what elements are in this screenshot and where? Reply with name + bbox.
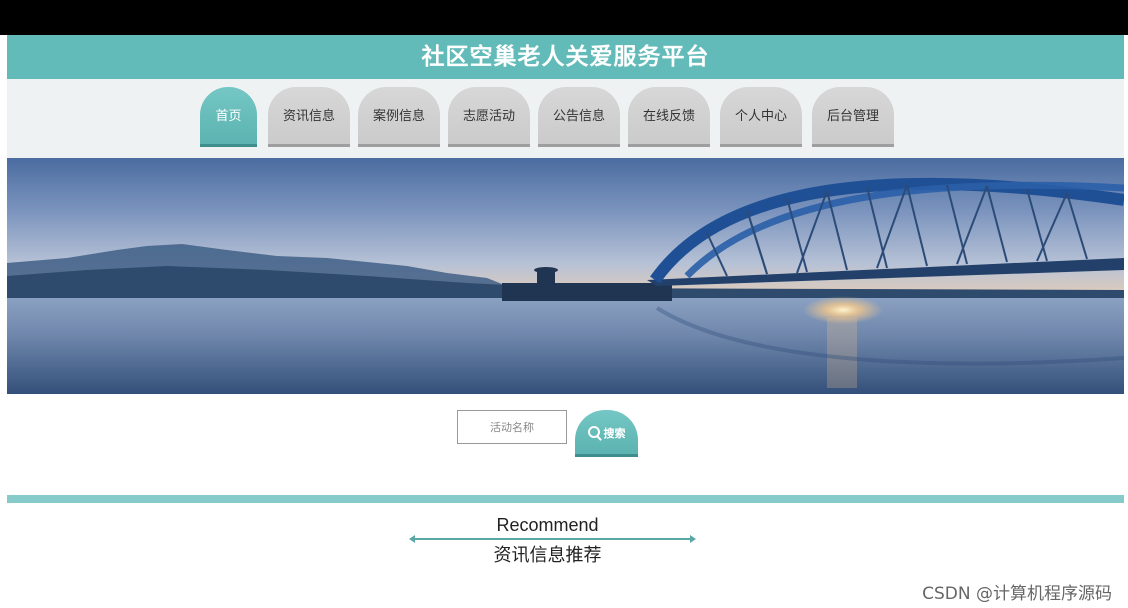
search-input[interactable] — [457, 410, 567, 444]
search-button[interactable]: 搜索 — [575, 410, 638, 457]
site-title: 社区空巢老人关爱服务平台 — [7, 35, 1124, 79]
nav-item-home[interactable]: 首页 — [200, 87, 257, 147]
banner-bridge-illustration — [7, 177, 1124, 394]
nav-item-feedback[interactable]: 在线反馈 — [628, 87, 710, 147]
main-nav: 首页 资讯信息 案例信息 志愿活动 公告信息 在线反馈 个人中心 后台管理 — [0, 87, 1128, 151]
nav-item-news[interactable]: 资讯信息 — [268, 87, 350, 147]
nav-item-announcements[interactable]: 公告信息 — [538, 87, 620, 147]
hero-banner — [7, 158, 1124, 394]
section-divider — [7, 495, 1124, 503]
window-top-bar — [0, 0, 1128, 35]
watermark: CSDN @计算机程序源码 — [922, 584, 1112, 604]
nav-item-cases[interactable]: 案例信息 — [358, 87, 440, 147]
nav-item-volunteer[interactable]: 志愿活动 — [448, 87, 530, 147]
search-icon — [587, 426, 600, 438]
nav-item-admin[interactable]: 后台管理 — [812, 87, 894, 147]
recommend-decor-line — [409, 535, 696, 543]
nav-item-profile[interactable]: 个人中心 — [720, 87, 802, 147]
search-button-label: 搜索 — [603, 427, 626, 440]
recommend-title-en: Recommend — [496, 515, 599, 535]
recommend-title-cn: 资讯信息推荐 — [493, 545, 602, 566]
